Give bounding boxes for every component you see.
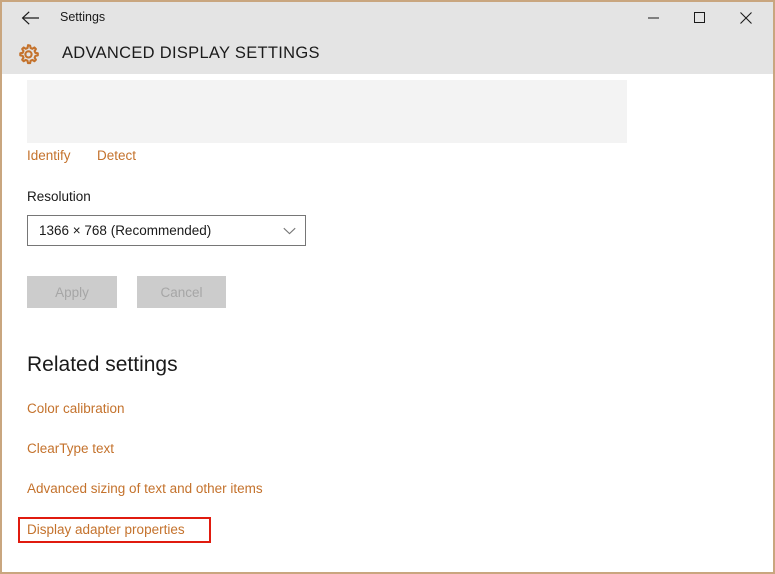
cancel-button[interactable]: Cancel: [137, 276, 226, 308]
gear-icon: [12, 39, 44, 71]
app-title: Settings: [60, 10, 106, 24]
detect-link[interactable]: Detect: [97, 148, 136, 163]
settings-content: Identify Detect Resolution 1366 × 768 (R…: [2, 74, 773, 572]
back-button[interactable]: [10, 2, 50, 33]
related-settings-heading: Related settings: [27, 353, 178, 376]
title-bar: Settings: [2, 2, 773, 33]
chevron-down-icon: [283, 216, 296, 245]
back-arrow-icon: [21, 10, 40, 25]
advanced-sizing-link[interactable]: Advanced sizing of text and other items: [27, 481, 263, 496]
color-calibration-link[interactable]: Color calibration: [27, 401, 125, 416]
resolution-selected-value: 1366 × 768 (Recommended): [39, 223, 212, 238]
cleartype-text-link[interactable]: ClearType text: [27, 441, 114, 456]
display-preview-panel: [27, 80, 627, 143]
minimize-button[interactable]: [631, 2, 677, 33]
close-icon: [740, 11, 752, 24]
apply-button[interactable]: Apply: [27, 276, 117, 308]
identify-link[interactable]: Identify: [27, 148, 71, 163]
close-button[interactable]: [723, 2, 769, 33]
maximize-button[interactable]: [677, 2, 723, 33]
minimize-icon: [648, 13, 660, 23]
resolution-dropdown[interactable]: 1366 × 768 (Recommended): [27, 215, 306, 246]
settings-window: Settings ADVANCED DISPLAY SETTINGS Ident…: [0, 0, 775, 574]
resolution-label: Resolution: [27, 189, 91, 204]
page-title: ADVANCED DISPLAY SETTINGS: [62, 44, 320, 62]
page-header: ADVANCED DISPLAY SETTINGS: [2, 33, 773, 74]
maximize-icon: [694, 11, 706, 24]
display-adapter-properties-link[interactable]: Display adapter properties: [27, 522, 185, 537]
